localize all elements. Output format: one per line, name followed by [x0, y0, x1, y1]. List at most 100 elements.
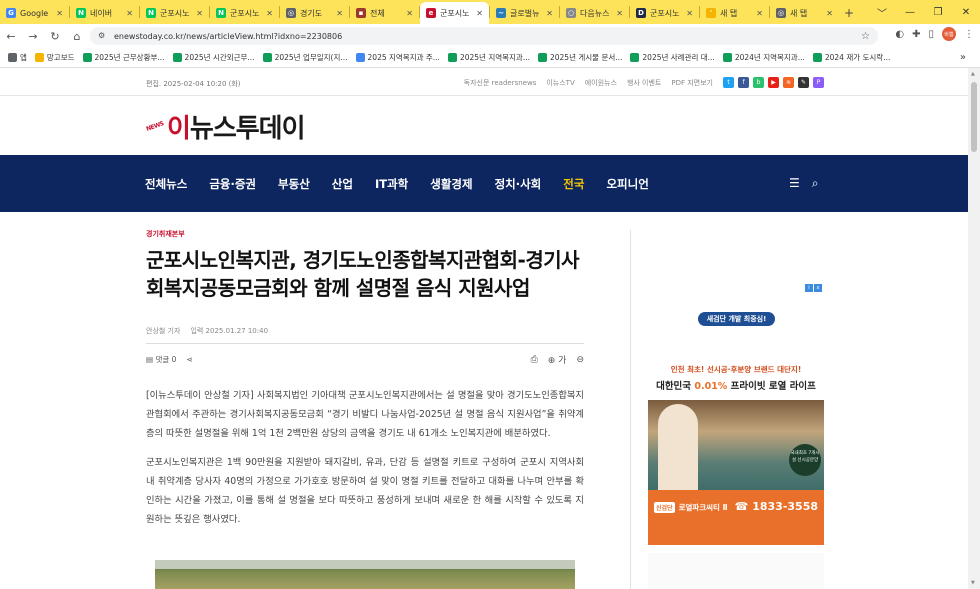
font-size-decrease-icon[interactable]: ⊖ — [576, 355, 584, 365]
tab-12[interactable]: ◎ 새 탭 ✕ — [770, 2, 839, 24]
extensions-icon[interactable]: ✚ — [912, 29, 920, 40]
close-window-icon[interactable]: ✕ — [952, 0, 980, 24]
close-tab-icon[interactable]: ✕ — [266, 9, 273, 18]
bookmark-item[interactable]: 2025년 근무상황부... — [82, 52, 165, 63]
nav-item[interactable]: 정치·사회 — [495, 176, 542, 192]
new-tab-button[interactable]: + — [839, 2, 859, 24]
bookmark-item[interactable]: 2024년 지역복지과... — [722, 52, 805, 63]
tab-11[interactable]: ' 새 탭 ✕ — [700, 2, 769, 24]
page-scrollbar[interactable]: ▲ ▼ — [968, 68, 980, 589]
close-tab-icon[interactable]: ✕ — [616, 9, 623, 18]
youtube-icon[interactable]: ▶ — [768, 77, 779, 88]
nav-item[interactable]: 부동산 — [278, 176, 310, 192]
bookmark-star-icon[interactable]: ☆ — [861, 31, 870, 42]
bookmark-item[interactable]: 2025년 사례관리 대... — [630, 52, 715, 63]
top-link[interactable]: 이뉴스TV — [546, 78, 574, 88]
bookmark-item[interactable]: 2025년 업무일지(지... — [262, 52, 348, 63]
top-link[interactable]: 행사 이벤트 — [627, 78, 661, 88]
scroll-up-icon[interactable]: ▲ — [971, 71, 975, 77]
nav-item[interactable]: 전체뉴스 — [145, 176, 187, 192]
bookmark-item[interactable]: 망고보드 — [34, 52, 75, 63]
back-icon[interactable]: ← — [0, 25, 22, 47]
side-panel-icon[interactable]: ▯ — [928, 29, 934, 40]
blog-icon[interactable]: ✎ — [798, 77, 809, 88]
search-icon[interactable]: ⌕ — [812, 176, 819, 191]
article-section[interactable]: 경기취재본부 — [146, 229, 185, 239]
reload-icon[interactable]: ↻ — [44, 25, 66, 47]
top-link[interactable]: 독자신문 readersnews — [464, 78, 537, 88]
home-icon[interactable]: ⌂ — [66, 25, 88, 47]
tab-4[interactable]: N 군포시노 ✕ — [210, 2, 279, 24]
twitter-icon[interactable]: t — [723, 77, 734, 88]
bookmark-item[interactable]: 2025년 시간외근무... — [172, 52, 255, 63]
ad-phone: ☎ 1833-3558 — [734, 500, 818, 513]
close-tab-icon[interactable]: ✕ — [196, 9, 203, 18]
globe-icon: ◎ — [286, 8, 296, 18]
top-link[interactable]: 에이원뉴스 — [585, 78, 617, 88]
top-link[interactable]: PDF 지면보기 — [671, 78, 713, 88]
close-tab-icon[interactable]: ✕ — [826, 9, 833, 18]
nav-item[interactable]: IT과학 — [375, 176, 408, 192]
translate-icon[interactable]: ◐ — [895, 29, 904, 40]
profile-avatar[interactable]: 바쁨 — [942, 27, 956, 41]
tab-8[interactable]: ~ 글로벌뉴 ✕ — [490, 2, 559, 24]
close-tab-icon[interactable]: ✕ — [756, 9, 763, 18]
tab-6[interactable]: ▪ 전체 ✕ — [350, 2, 419, 24]
scroll-down-icon[interactable]: ▼ — [971, 580, 975, 586]
nav-item[interactable]: 전국 — [563, 176, 584, 192]
bookmark-item[interactable]: 2025 지역복지과 주... — [355, 52, 440, 63]
bookmarks-more-icon[interactable]: » — [960, 52, 966, 63]
tab-label: 군포시노 — [440, 8, 470, 18]
hamburger-menu-icon[interactable]: ☰ — [789, 176, 800, 191]
close-tab-icon[interactable]: ✕ — [686, 9, 693, 18]
menu-icon[interactable]: ⋮ — [964, 29, 974, 40]
ad-choices-icon[interactable]: ix — [805, 284, 822, 292]
nav-item[interactable]: 금융·증권 — [209, 176, 256, 192]
nav-item[interactable]: 산업 — [332, 176, 353, 192]
bookmark-item[interactable]: 2025년 게시물 문서... — [537, 52, 623, 63]
site-info-icon[interactable]: ⚙ — [98, 31, 108, 41]
close-tab-icon[interactable]: ✕ — [126, 9, 133, 18]
font-size-increase-button[interactable]: ⊕ 가 — [548, 353, 567, 366]
nav-item[interactable]: 오피니언 — [606, 176, 648, 192]
close-tab-icon[interactable]: ✕ — [406, 9, 413, 18]
tab-search-icon[interactable]: ﹀ — [868, 0, 896, 24]
scrollbar-thumb[interactable] — [971, 82, 977, 152]
tab-label: 새 탭 — [720, 8, 738, 18]
top-info-bar: 편집. 2025-02-04 10:20 (화) 독자신문 readersnew… — [146, 77, 824, 89]
bookmark-item[interactable]: 앱 — [8, 52, 27, 63]
minimize-icon[interactable]: — — [896, 0, 924, 24]
maximize-icon[interactable]: ❐ — [924, 0, 952, 24]
rss-icon[interactable]: ≋ — [783, 77, 794, 88]
bookmark-label: 2025년 게시물 문서... — [549, 53, 623, 62]
close-tab-icon[interactable]: ✕ — [336, 9, 343, 18]
facebook-icon[interactable]: f — [738, 77, 749, 88]
forward-icon[interactable]: → — [22, 25, 44, 47]
naver-band-icon[interactable]: b — [753, 77, 764, 88]
tab-9[interactable]: ○ 다음뉴스 ✕ — [560, 2, 629, 24]
tab-2[interactable]: N 네이버 ✕ — [70, 2, 139, 24]
close-tab-icon[interactable]: ✕ — [476, 9, 483, 18]
url-text: enewstoday.co.kr/news/articleView.html?i… — [114, 31, 343, 41]
tab-3[interactable]: N 군포시노 ✕ — [140, 2, 209, 24]
bookmark-item[interactable]: 2025년 지역복지과... — [447, 52, 530, 63]
bookmark-icon — [172, 53, 182, 62]
tab-1[interactable]: G Google ✕ — [0, 2, 69, 24]
bookmark-item[interactable]: 2024 재가 도시락... — [812, 52, 890, 63]
toolbar-actions: ◐ ✚ ▯ 바쁨 ⋮ — [895, 27, 974, 41]
bookmark-icon — [630, 53, 640, 62]
tab-7[interactable]: e 군포시노 ✕ — [420, 2, 489, 24]
close-tab-icon[interactable]: ✕ — [56, 9, 63, 18]
print-icon[interactable]: ⎙ — [531, 355, 538, 365]
comment-button[interactable]: ▤ 댓글 0 — [146, 354, 176, 365]
tab-10[interactable]: D 군포시노 ✕ — [630, 2, 699, 24]
tab-label: 글로벌뉴 — [510, 8, 540, 18]
share-icon[interactable]: ⋖ — [186, 355, 192, 364]
site-logo[interactable]: NEWS 이뉴스투데이 — [145, 108, 305, 145]
tab-5[interactable]: ◎ 경기도 ✕ — [280, 2, 349, 24]
close-tab-icon[interactable]: ✕ — [546, 9, 553, 18]
address-bar[interactable]: ⚙ enewstoday.co.kr/news/articleView.html… — [90, 27, 878, 45]
advertisement-banner[interactable]: ix 새검단 개발 최중심! 인천 최초! 선시공·후분양 브랜드 대단지! 대… — [648, 282, 824, 545]
post-icon[interactable]: P — [813, 77, 824, 88]
nav-item[interactable]: 생활경제 — [430, 176, 472, 192]
